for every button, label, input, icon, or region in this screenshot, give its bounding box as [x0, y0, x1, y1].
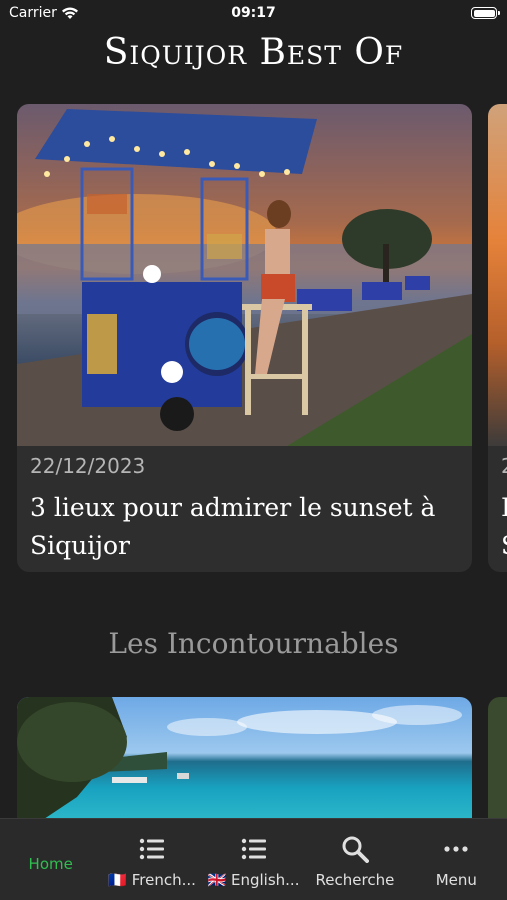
featured-article-image: [17, 104, 472, 446]
must-see-card-image: [17, 697, 472, 837]
list-icon: [139, 835, 165, 863]
app-title: Siquijor Best Of: [103, 32, 404, 73]
tab-menu[interactable]: Menu: [406, 819, 507, 900]
more-icon: [444, 835, 468, 863]
status-bar: Carrier 09:17: [0, 0, 507, 28]
article-title[interactable]: 3 lieux pour admirer le sunset à Siquijo…: [30, 489, 460, 565]
tab-french[interactable]: 🇫🇷 French...: [101, 819, 202, 900]
tab-english[interactable]: 🇬🇧 English...: [203, 819, 304, 900]
battery-icon: [471, 7, 500, 19]
section-heading: Les Incontournables: [108, 627, 399, 660]
tab-french-label: 🇫🇷 French...: [108, 871, 196, 889]
tab-english-label: 🇬🇧 English...: [207, 871, 300, 889]
clock: 09:17: [231, 5, 276, 21]
tab-home-label: Home: [28, 855, 73, 873]
tab-menu-label: Menu: [435, 871, 477, 889]
featured-article-card[interactable]: 22/12/2023 3 lieux pour admirer le sunse…: [17, 104, 472, 572]
tab-bar: Home 🇫🇷 French... 🇬🇧 English... Recherch…: [0, 818, 507, 900]
must-see-next-card[interactable]: [488, 697, 507, 837]
next-article-image: [488, 104, 507, 446]
next-article-card[interactable]: 2 I S: [488, 104, 507, 572]
tab-home[interactable]: Home: [0, 819, 101, 900]
next-article-title: I S: [501, 493, 507, 560]
must-see-card[interactable]: [17, 697, 472, 837]
tab-search[interactable]: Recherche: [304, 819, 405, 900]
search-icon: [341, 835, 369, 863]
article-date: 22/12/2023: [30, 454, 146, 478]
next-article-date: 2: [501, 454, 507, 478]
tab-search-label: Recherche: [315, 871, 395, 889]
list-icon: [241, 835, 267, 863]
